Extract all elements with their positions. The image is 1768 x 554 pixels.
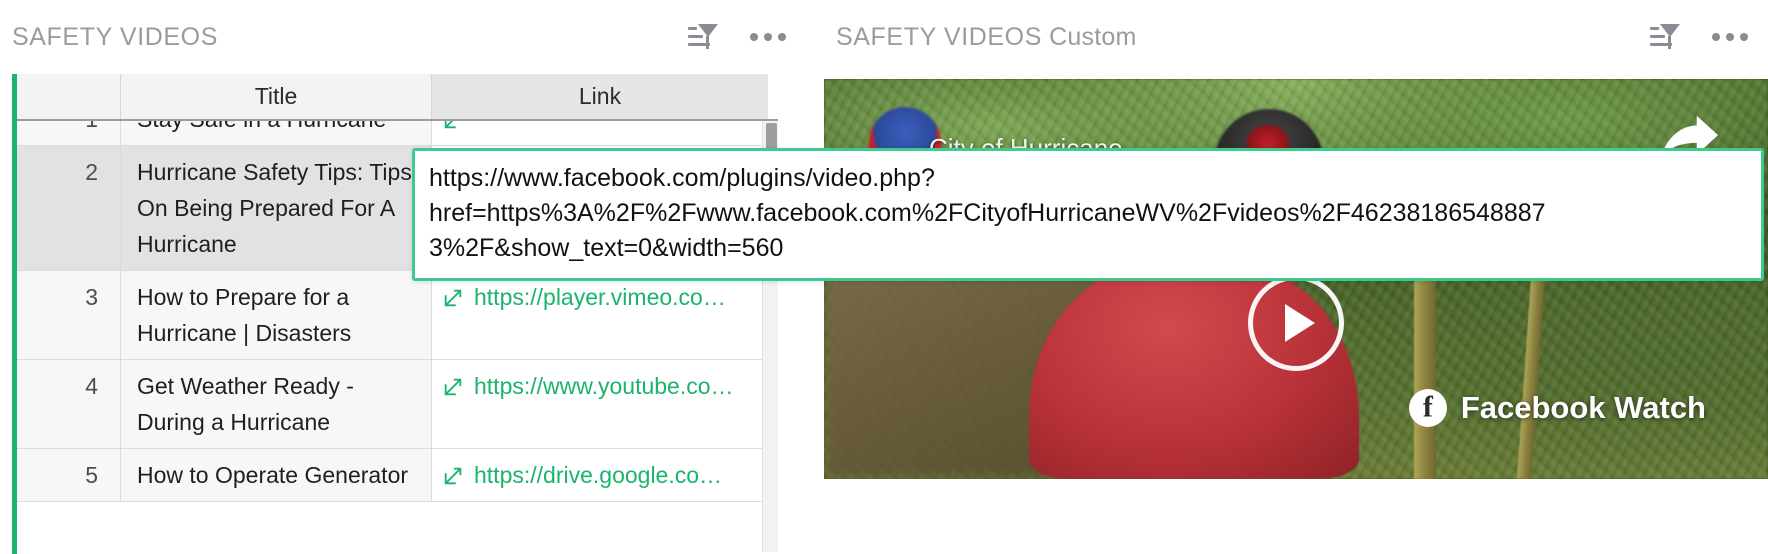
external-link-icon — [444, 467, 462, 485]
link-url-tooltip: https://www.facebook.com/plugins/video.p… — [412, 148, 1764, 281]
filter-icon[interactable] — [688, 23, 718, 51]
right-panel-title-suffix: Custom — [1042, 22, 1137, 51]
table-row[interactable]: 1 Stay Safe in a Hurricane — [17, 121, 778, 146]
table-row[interactable]: 4 Get Weather Ready - During a Hurricane… — [17, 360, 778, 449]
facebook-watch-badge: Facebook Watch — [1408, 389, 1706, 427]
row-link[interactable]: https://drive.google.co… — [432, 449, 768, 501]
row-title: Stay Safe in a Hurricane — [121, 121, 432, 145]
ellipsis-dot-3 — [778, 33, 786, 41]
row-title: How to Operate Generator — [121, 449, 432, 501]
ellipsis-dot-1 — [750, 33, 758, 41]
right-panel-header-actions — [1650, 23, 1748, 51]
left-panel-title: SAFETY VIDEOS — [12, 22, 219, 51]
row-link[interactable]: https://www.youtube.co… — [432, 360, 768, 448]
more-options-icon[interactable] — [1712, 33, 1748, 41]
ellipsis-dot-3 — [1740, 33, 1748, 41]
tooltip-line-2: href=https%3A%2F%2Fwww.facebook.com%2FCi… — [429, 199, 1546, 227]
safety-videos-table: Title Link 1 Stay Safe in a Hurricane — [12, 74, 778, 554]
left-panel-header: SAFETY VIDEOS — [0, 0, 806, 74]
more-options-icon[interactable] — [750, 33, 786, 41]
play-icon[interactable] — [1248, 275, 1344, 371]
row-link-text[interactable]: https://www.youtube.co… — [474, 368, 734, 404]
external-link-icon — [444, 378, 462, 396]
row-link[interactable]: https://player.vimeo.co… — [432, 271, 768, 359]
row-title: How to Prepare for a Hurricane | Disaste… — [121, 271, 432, 359]
table-header-row: Title Link — [17, 74, 778, 121]
row-link[interactable] — [432, 121, 768, 145]
row-index: 1 — [17, 121, 121, 145]
tooltip-line-1: https://www.facebook.com/plugins/video.p… — [429, 164, 935, 192]
column-header-index[interactable] — [17, 74, 121, 119]
filter-line-1 — [1650, 27, 1659, 30]
row-link-text[interactable]: https://drive.google.co… — [474, 457, 722, 493]
row-title: Hurricane Safety Tips: Tips On Being Pre… — [121, 146, 432, 270]
right-panel-title-main: SAFETY VIDEOS — [836, 22, 1043, 51]
right-panel-header: SAFETY VIDEOS Custom — [824, 0, 1768, 74]
row-index: 2 — [17, 146, 121, 270]
facebook-icon — [1408, 389, 1447, 427]
dashboard-page: SAFETY VIDEOS Title Link 2 Hurricane Saf… — [0, 0, 1768, 554]
tooltip-line-3: 3%2F&show_text=0&width=560 — [429, 234, 784, 262]
right-panel-title: SAFETY VIDEOS Custom — [836, 23, 1137, 52]
column-header-title[interactable]: Title — [121, 74, 432, 119]
facebook-watch-label: Facebook Watch — [1460, 390, 1706, 425]
filter-icon[interactable] — [1650, 23, 1680, 51]
row-index: 4 — [17, 360, 121, 448]
external-link-icon — [444, 289, 462, 307]
filter-line-1 — [688, 27, 697, 30]
filter-funnel-stem — [706, 36, 709, 49]
play-triangle — [1285, 304, 1315, 342]
row-title: Get Weather Ready - During a Hurricane — [121, 360, 432, 448]
filter-funnel-stem — [1668, 36, 1671, 49]
ellipsis-dot-2 — [764, 33, 772, 41]
row-index: 5 — [17, 449, 121, 501]
table-row[interactable]: 5 How to Operate Generator https://drive… — [17, 449, 778, 502]
external-link-icon — [444, 121, 456, 129]
bamboo-pole-1 — [1414, 249, 1436, 479]
column-header-link[interactable]: Link — [432, 74, 768, 119]
left-panel-header-actions — [688, 23, 786, 51]
table-row[interactable]: 3 How to Prepare for a Hurricane | Disas… — [17, 271, 778, 360]
row-link-text[interactable]: https://player.vimeo.co… — [474, 279, 726, 315]
ellipsis-dot-2 — [1726, 33, 1734, 41]
row-index: 3 — [17, 271, 121, 359]
ellipsis-dot-1 — [1712, 33, 1720, 41]
